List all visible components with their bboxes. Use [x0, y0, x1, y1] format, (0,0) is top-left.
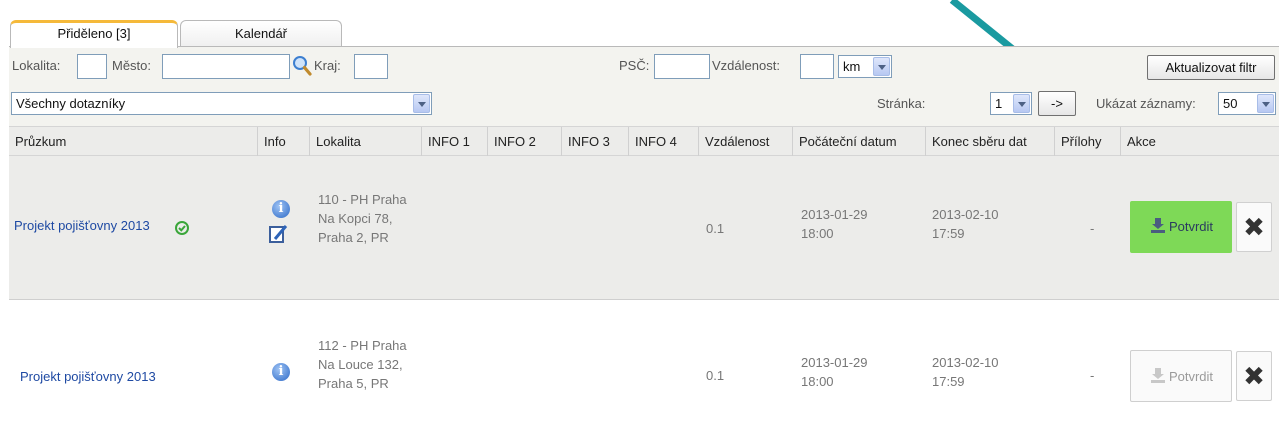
page-label: Stránka:: [877, 96, 926, 111]
tab-calendar[interactable]: Kalendář: [180, 20, 342, 47]
chevron-down-icon: [413, 94, 430, 113]
lokalita-label: Lokalita:: [12, 58, 61, 73]
chevron-down-icon: [1257, 94, 1274, 113]
confirm-label: Potvrdit: [1168, 219, 1214, 234]
download-icon: [1150, 368, 1165, 383]
start-date-cell: 2013-01-29 18:00: [801, 205, 868, 243]
unit-select[interactable]: km: [838, 55, 892, 78]
search-icon[interactable]: [291, 54, 313, 78]
col-header-info1[interactable]: INFO 1: [422, 127, 488, 156]
start-date: 2013-01-29: [801, 207, 868, 222]
vzdalenost-input[interactable]: [800, 54, 834, 79]
start-date: 2013-01-29: [801, 355, 868, 370]
col-header-pocatecni-datum[interactable]: Počáteční datum: [793, 127, 926, 156]
lokalita-line: 112 - PH Praha: [318, 338, 407, 353]
col-header-info[interactable]: Info: [258, 127, 310, 156]
lokalita-line: Praha 2, PR: [318, 230, 389, 245]
check-circle-icon: [175, 221, 189, 235]
lokalita-cell: 112 - PH Praha Na Louce 132, Praha 5, PR: [318, 336, 407, 393]
questionnaire-select-value: Všechny dotazníky: [16, 96, 126, 111]
col-header-vzdalenost[interactable]: Vzdálenost: [699, 127, 793, 156]
show-records-label: Ukázat záznamy:: [1096, 96, 1196, 111]
confirm-label: Potvrdit: [1168, 369, 1214, 384]
info-icon[interactable]: i: [272, 200, 290, 218]
page-select[interactable]: 1: [990, 92, 1032, 115]
col-header-info2[interactable]: INFO 2: [488, 127, 562, 156]
lokalita-line: Na Kopci 78,: [318, 211, 393, 226]
confirm-button[interactable]: Potvrdit: [1130, 201, 1232, 253]
info-icon[interactable]: i: [272, 363, 290, 381]
update-filter-button[interactable]: Aktualizovat filtr: [1147, 55, 1275, 80]
end-date-cell: 2013-02-10 17:59: [932, 353, 999, 391]
download-icon: [1150, 218, 1165, 233]
vzdalenost-label: Vzdálenost:: [712, 58, 780, 73]
tab-assigned[interactable]: Přiděleno [3]: [10, 20, 178, 48]
lokalita-cell: 110 - PH Praha Na Kopci 78, Praha 2, PR: [318, 190, 407, 247]
close-icon: ✖: [1243, 212, 1265, 242]
mesto-input[interactable]: [162, 54, 290, 79]
table-header: Průzkum Info Lokalita INFO 1 INFO 2 INFO…: [9, 126, 1279, 156]
records-select-value: 50: [1223, 96, 1238, 111]
unit-select-value: km: [843, 59, 861, 74]
chevron-down-icon: [1013, 94, 1030, 113]
col-header-pruzkum[interactable]: Průzkum: [9, 127, 258, 156]
psc-label: PSČ:: [619, 58, 650, 73]
kraj-input[interactable]: [354, 54, 388, 79]
start-date-cell: 2013-01-29 18:00: [801, 353, 868, 391]
distance-cell: 0.1: [706, 368, 725, 383]
delete-button[interactable]: ✖: [1236, 202, 1272, 252]
end-time: 17:59: [932, 226, 965, 241]
col-header-prilohy[interactable]: Přílohy: [1055, 127, 1121, 156]
attachments-cell: -: [1090, 221, 1095, 236]
psc-input[interactable]: [654, 54, 710, 79]
start-time: 18:00: [801, 226, 834, 241]
end-date: 2013-02-10: [932, 355, 999, 370]
lokalita-line: Praha 5, PR: [318, 376, 389, 391]
col-header-lokalita[interactable]: Lokalita: [310, 127, 422, 156]
mesto-label: Město:: [112, 58, 152, 73]
questionnaire-select[interactable]: Všechny dotazníky: [11, 92, 432, 115]
edit-icon[interactable]: [267, 223, 289, 245]
col-header-info4[interactable]: INFO 4: [629, 127, 699, 156]
lokalita-line: Na Louce 132,: [318, 357, 403, 372]
survey-link[interactable]: Projekt pojišťovny 2013: [20, 367, 156, 386]
attachments-cell: -: [1090, 368, 1095, 383]
end-time: 17:59: [932, 374, 965, 389]
col-header-akce: Akce: [1127, 134, 1156, 149]
lokalita-input[interactable]: [77, 54, 107, 79]
go-page-button[interactable]: ->: [1038, 91, 1076, 116]
records-select[interactable]: 50: [1218, 92, 1276, 115]
kraj-label: Kraj:: [314, 58, 341, 73]
delete-button[interactable]: ✖: [1236, 351, 1272, 401]
chevron-down-icon: [873, 57, 890, 76]
col-header-info3[interactable]: INFO 3: [562, 127, 629, 156]
end-date: 2013-02-10: [932, 207, 999, 222]
col-header-konec-sberu[interactable]: Konec sběru dat: [926, 127, 1055, 156]
distance-cell: 0.1: [706, 221, 725, 236]
close-icon: ✖: [1243, 361, 1265, 391]
confirm-button[interactable]: Potvrdit: [1130, 350, 1232, 402]
page-select-value: 1: [995, 96, 1003, 111]
table-row: [9, 301, 1279, 441]
survey-link[interactable]: Projekt pojišťovny 2013: [14, 216, 150, 235]
start-time: 18:00: [801, 374, 834, 389]
lokalita-line: 110 - PH Praha: [318, 192, 407, 207]
table-row: [9, 156, 1279, 300]
end-date-cell: 2013-02-10 17:59: [932, 205, 999, 243]
